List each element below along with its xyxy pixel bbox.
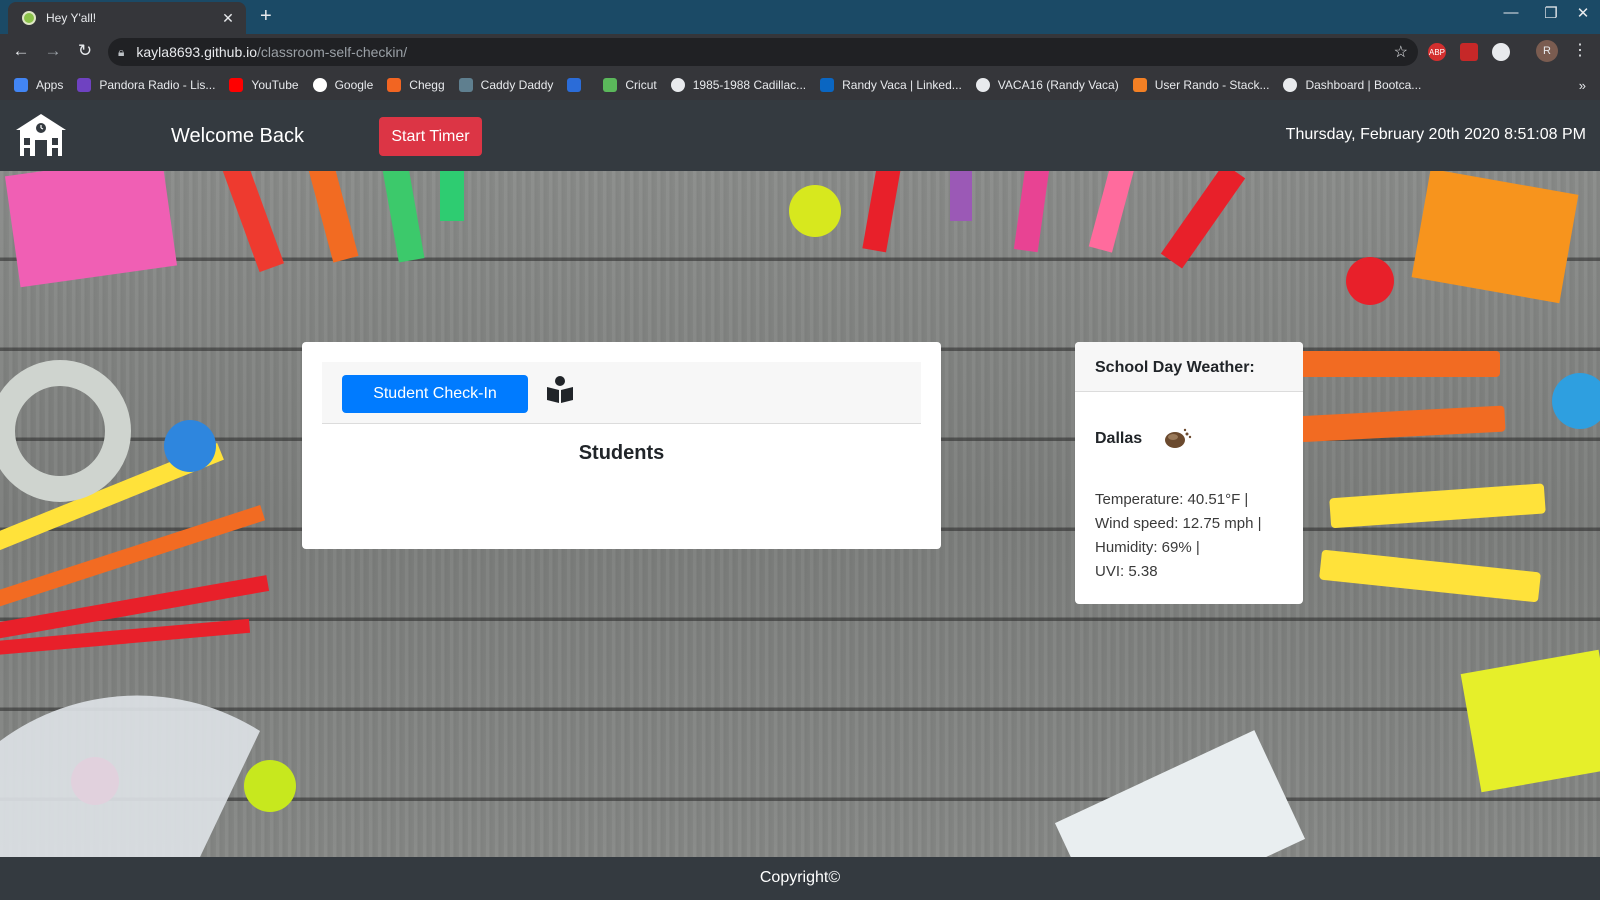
students-card: Student Check-In Students (302, 342, 941, 549)
welcome-text: Welcome Back (171, 125, 305, 147)
bookmark-item[interactable]: Caddy Daddy (458, 78, 554, 92)
lock-icon: 🔒︎ (118, 44, 125, 59)
reload-icon[interactable]: ↻ (74, 41, 96, 61)
bookmark-label: VACA16 (Randy Vaca) (997, 78, 1119, 92)
bookmark-label: YouTube (251, 78, 299, 92)
bookmark-item[interactable]: VACA16 (Randy Vaca) (975, 78, 1119, 92)
github-icon (975, 78, 990, 92)
weather-wind-speed: Wind speed: 12.75 mph | (1095, 515, 1262, 532)
adblock-extension-icon[interactable]: ABP (1428, 43, 1446, 61)
students-card-header: Student Check-In (322, 362, 921, 424)
weather-condition-icon (1165, 428, 1192, 448)
current-datetime: Thursday, February 20th 2020 8:51:08 PM (1285, 126, 1586, 143)
bookmark-item[interactable]: Dashboard | Bootca... (1283, 78, 1421, 92)
weather-uvi: UVI: 5.38 (1095, 563, 1158, 580)
bookmarks-overflow-button[interactable]: » (1579, 78, 1586, 93)
browser-menu-icon[interactable]: ⋮ (1572, 40, 1588, 60)
browser-toolbar: ← → ↻ 🔒︎ kayla8693.github.io /classroom-… (0, 34, 1600, 70)
site-navbar: Welcome Back Start Timer Thursday, Febru… (0, 100, 1600, 171)
bookmark-label: Google (334, 78, 374, 92)
bookmark-item[interactable]: Google (312, 78, 374, 92)
students-title: Students (578, 442, 665, 464)
restore-button[interactable]: ❐ (1536, 4, 1566, 22)
url-path: /classroom-self-checkin/ (257, 44, 408, 60)
caddy-icon (458, 78, 473, 92)
bookmark-item[interactable]: Apps (14, 78, 63, 92)
bookmark-label: Cricut (625, 78, 657, 92)
tab-title: Hey Y'all! (46, 11, 97, 25)
book-reader-icon (547, 376, 573, 403)
bookmark-label: Pandora Radio - Lis... (99, 78, 216, 92)
bookmark-item[interactable]: Randy Vaca | Linked... (820, 78, 962, 92)
bookmark-item[interactable]: Pandora Radio - Lis... (77, 78, 215, 92)
new-tab-button[interactable]: + (260, 5, 272, 28)
extension-icon[interactable] (1460, 43, 1478, 61)
address-bar[interactable]: 🔒︎ kayla8693.github.io /classroom-self-c… (108, 38, 1418, 66)
bookmark-item[interactable]: User Rando - Stack... (1132, 78, 1270, 92)
forward-arrow-icon[interactable]: → (42, 41, 64, 61)
bookmark-item[interactable]: Cricut (603, 78, 657, 92)
weather-temperature: Temperature: 40.51°F | (1095, 491, 1249, 508)
school-supplies-background: Student Check-In Students School Day Wea… (0, 171, 1600, 857)
google-icon (312, 78, 327, 92)
bookmark-label: Chegg (409, 78, 445, 92)
globe-icon (1283, 78, 1298, 92)
back-arrow-icon[interactable]: ← (10, 41, 32, 61)
bookmark-label: Randy Vaca | Linked... (842, 78, 962, 92)
weather-city: Dallas (1095, 430, 1143, 447)
globe-icon (670, 78, 685, 92)
bookmark-label: Caddy Daddy (480, 78, 554, 92)
weather-card: School Day Weather: Dallas Temperature: … (1075, 342, 1303, 604)
bookmark-item[interactable] (567, 78, 589, 92)
window-close-button[interactable]: ✕ (1568, 4, 1598, 22)
linkedin-icon (820, 78, 835, 92)
bookmark-item[interactable]: YouTube (229, 78, 299, 92)
profile-extension-icon[interactable] (1492, 43, 1510, 61)
web-page: Welcome Back Start Timer Thursday, Febru… (0, 100, 1600, 900)
bookmark-item[interactable]: 1985-1988 Cadillac... (670, 78, 807, 92)
minimize-button[interactable]: — (1496, 4, 1526, 21)
bookmarks-bar: Apps Pandora Radio - Lis... YouTube Google C… (0, 70, 1600, 100)
weather-card-header: School Day Weather: (1075, 342, 1303, 392)
youtube-icon (229, 78, 244, 92)
bookmark-label: User Rando - Stack... (1154, 78, 1270, 92)
url-host: kayla8693.github.io (136, 44, 258, 60)
bookmark-star-icon[interactable]: ☆ (1394, 42, 1408, 62)
bookmark-item[interactable]: Chegg (387, 78, 445, 92)
student-checkin-button[interactable]: Student Check-In (342, 375, 528, 413)
schoolhouse-logo-icon[interactable] (14, 112, 68, 158)
start-timer-button[interactable]: Start Timer (379, 117, 482, 156)
browser-tabstrip: Hey Y'all! ✕ + — ❐ ✕ (0, 0, 1600, 34)
browser-tab[interactable]: Hey Y'all! ✕ (8, 2, 246, 34)
tab-favicon-icon (22, 11, 36, 25)
profile-avatar[interactable]: R (1536, 40, 1558, 62)
site-footer: Copyright© (0, 857, 1600, 900)
copyright-text: Copyright© (759, 869, 841, 886)
cricut-icon (603, 78, 618, 92)
weather-humidity: Humidity: 69% | (1095, 539, 1200, 556)
bookmark-label: 1985-1988 Cadillac... (692, 78, 807, 92)
w-icon (567, 78, 582, 92)
apps-grid-icon (14, 78, 28, 92)
tab-close-icon[interactable]: ✕ (218, 10, 238, 27)
chegg-icon (387, 78, 402, 92)
pandora-icon (77, 78, 92, 92)
bookmark-label: Dashboard | Bootca... (1305, 78, 1422, 92)
stackoverflow-icon (1132, 78, 1147, 92)
weather-details: Temperature: 40.51°F | Wind speed: 12.75… (1095, 488, 1262, 584)
bookmark-label: Apps (36, 78, 64, 92)
